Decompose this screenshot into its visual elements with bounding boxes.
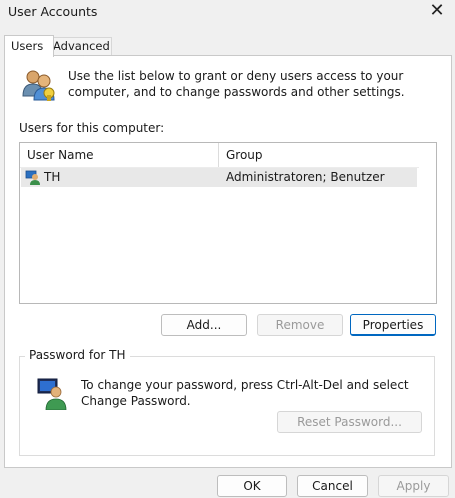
- users-icon: [22, 70, 55, 101]
- users-tab-panel: Use the list below to grant or deny user…: [4, 55, 452, 468]
- users-list[interactable]: User Name Group TH Administratoren; Benu…: [19, 142, 437, 304]
- user-icon: [25, 170, 40, 185]
- cancel-button[interactable]: Cancel: [297, 475, 368, 497]
- properties-button[interactable]: Properties: [350, 314, 436, 336]
- users-list-label: Users for this computer:: [19, 121, 165, 135]
- password-instructions: To change your password, press Ctrl-Alt-…: [81, 378, 409, 408]
- row-group: Administratoren; Benutzer: [226, 170, 385, 184]
- window-title: User Accounts: [8, 4, 98, 19]
- row-user-name: TH: [44, 170, 61, 184]
- remove-button[interactable]: Remove: [257, 314, 343, 336]
- column-header-user-name[interactable]: User Name: [20, 143, 219, 167]
- password-user-icon: [37, 378, 67, 410]
- reset-password-button[interactable]: Reset Password...: [277, 411, 422, 433]
- intro-text: Use the list below to grant or deny user…: [68, 69, 405, 99]
- add-button[interactable]: Add...: [161, 314, 247, 336]
- tab-users[interactable]: Users: [4, 35, 54, 57]
- password-group-title: Password for TH: [25, 348, 130, 362]
- table-row[interactable]: TH Administratoren; Benutzer: [21, 168, 417, 187]
- tab-advanced[interactable]: Advanced: [46, 37, 112, 55]
- title-bar: User Accounts ✕: [0, 0, 455, 30]
- column-header-group[interactable]: Group: [219, 143, 419, 167]
- close-button[interactable]: ✕: [419, 0, 455, 26]
- ok-button[interactable]: OK: [217, 475, 287, 497]
- apply-button[interactable]: Apply: [378, 475, 449, 497]
